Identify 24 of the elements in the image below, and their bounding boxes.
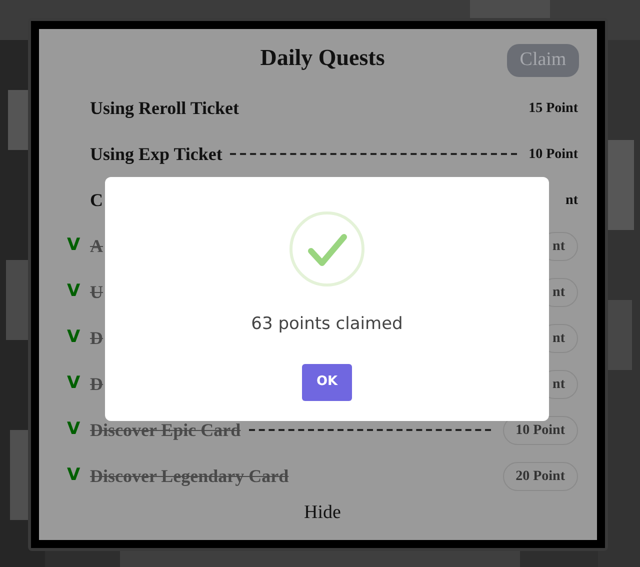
ok-button[interactable]: OK [302, 364, 352, 400]
quest-label: D [90, 372, 103, 396]
quest-label: C [90, 188, 103, 212]
points-label: nt [566, 192, 578, 210]
quest-label: Discover Epic Card [90, 418, 241, 442]
quest-label: A [90, 234, 103, 258]
panel-title: Daily Quests [260, 44, 385, 72]
quest-label: Using Exp Ticket [90, 142, 222, 166]
done-mark: V [67, 373, 80, 394]
quest-label: Using Reroll Ticket [90, 96, 240, 120]
done-mark: V [67, 327, 80, 348]
quest-label: U [90, 280, 103, 304]
quest-label: D [90, 326, 103, 350]
done-mark: V [67, 419, 80, 440]
dialog-message: 63 points claimed [251, 313, 403, 336]
points-label: 15 Point [528, 100, 578, 118]
check-icon [289, 211, 365, 287]
points-label: 20 Point [502, 462, 578, 490]
points-label: 10 Point [528, 146, 578, 164]
done-mark: V [67, 281, 80, 302]
done-mark: V [67, 235, 80, 256]
hide-button[interactable]: Hide [304, 499, 341, 528]
done-mark: V [67, 465, 80, 486]
quest-label: Discover Legendary Card [90, 464, 289, 488]
